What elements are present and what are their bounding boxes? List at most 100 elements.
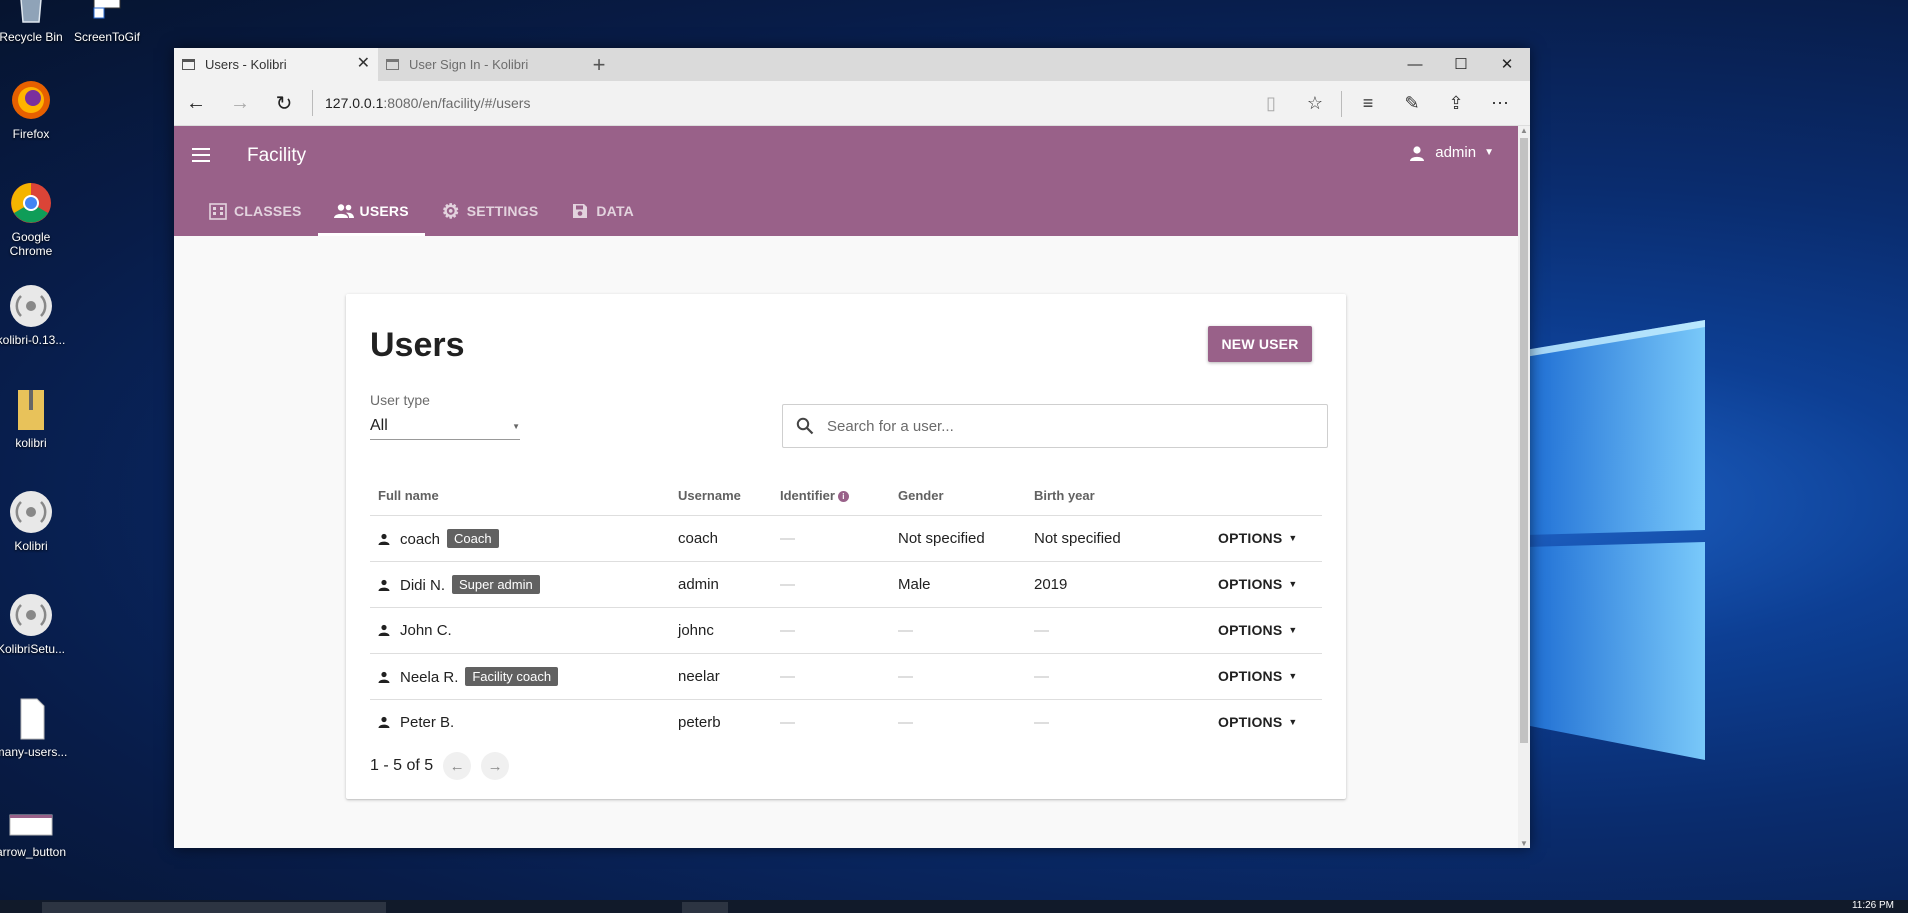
user-menu[interactable]: admin ▼ xyxy=(1409,144,1494,161)
column-header-username[interactable]: Username xyxy=(670,477,772,516)
desktop-icon-arrow-button[interactable]: arrow_button xyxy=(0,805,68,859)
tab-settings[interactable]: ⚙ SETTINGS xyxy=(425,186,555,236)
cell-identifier: — xyxy=(772,607,890,654)
tab-label: USERS xyxy=(359,203,409,219)
search-field[interactable] xyxy=(782,404,1328,448)
desktop-icon-screentogif[interactable]: ScreenToGif xyxy=(70,0,144,44)
app-bar: Facility admin ▼ CLASSES USERS ⚙ SETTING… xyxy=(174,126,1518,236)
cell-username: johnc xyxy=(670,607,772,654)
scroll-up-icon[interactable]: ▲ xyxy=(1520,126,1528,135)
browser-window: Users - Kolibri ✕ User Sign In - Kolibri… xyxy=(174,48,1530,848)
full-name: Neela R. xyxy=(400,668,459,686)
divider xyxy=(312,90,313,116)
options-button[interactable]: OPTIONS ▼ xyxy=(1218,530,1298,546)
options-label: OPTIONS xyxy=(1218,667,1283,684)
user-type-label: User type xyxy=(370,392,430,408)
forward-button[interactable]: → xyxy=(218,81,262,126)
taskbar-clock[interactable]: 11:26 PM xyxy=(1852,900,1894,911)
users-card: Users NEW USER User type All ▼ Full xyxy=(346,294,1346,799)
info-icon[interactable]: i xyxy=(837,491,849,503)
tab-data[interactable]: DATA xyxy=(554,186,650,236)
options-label: OPTIONS xyxy=(1218,621,1283,638)
tab-label: SETTINGS xyxy=(466,203,539,219)
column-header-identifier[interactable]: Identifier i xyxy=(772,477,890,516)
table-row: coach Coach coach — Not specified Not spe… xyxy=(370,515,1322,562)
minimize-icon[interactable]: — xyxy=(1392,48,1438,80)
screentogif-icon xyxy=(84,0,130,26)
desktop-icon-label: Recycle Bin xyxy=(0,30,63,44)
pagination: 1 - 5 of 5 ← → xyxy=(370,752,510,780)
hub-icon[interactable]: ≡ xyxy=(1346,93,1390,114)
search-input[interactable] xyxy=(827,417,1327,435)
search-icon xyxy=(783,405,827,447)
role-badge: Facility coach xyxy=(465,666,559,686)
desktop-icon-many-users-file[interactable]: many-users... xyxy=(0,695,68,759)
cell-birth-year: — xyxy=(1026,653,1210,700)
url-host: 127.0.0.1 xyxy=(325,95,384,111)
save-icon xyxy=(570,201,590,221)
cell-full-name: Peter B. xyxy=(370,699,670,745)
refresh-button[interactable]: ↻ xyxy=(262,81,306,126)
web-note-icon[interactable]: ✎ xyxy=(1390,93,1434,114)
kolibri-setup-icon xyxy=(8,592,54,638)
taskbar-search-box[interactable] xyxy=(42,902,386,913)
cell-identifier: — xyxy=(772,515,890,562)
scroll-down-icon[interactable]: ▼ xyxy=(1520,839,1528,848)
browser-tab-sign-in[interactable]: User Sign In - Kolibri xyxy=(378,48,582,81)
page-scrollbar[interactable]: ▲ ▼ xyxy=(1518,126,1530,848)
more-icon[interactable]: ⋯ xyxy=(1478,93,1522,114)
share-icon[interactable]: ⇪ xyxy=(1434,93,1478,114)
options-button[interactable]: OPTIONS ▼ xyxy=(1218,668,1298,684)
options-button[interactable]: OPTIONS ▼ xyxy=(1218,622,1298,638)
cell-full-name: Neela R. Facility coach xyxy=(370,653,670,700)
cell-identifier: — xyxy=(772,653,890,700)
taskbar-active-app[interactable] xyxy=(682,902,728,913)
user-type-select[interactable]: All ▼ xyxy=(370,412,520,440)
desktop-icon-firefox[interactable]: Firefox xyxy=(0,77,68,141)
desktop-icon-kolibri-app[interactable]: Kolibri xyxy=(0,489,68,553)
column-header-gender[interactable]: Gender xyxy=(890,477,1026,516)
close-window-icon[interactable]: ✕ xyxy=(1484,48,1530,80)
page-icon xyxy=(386,59,399,70)
options-button[interactable]: OPTIONS ▼ xyxy=(1218,576,1298,592)
close-tab-icon[interactable]: ✕ xyxy=(357,56,370,72)
browser-tab-users[interactable]: Users - Kolibri ✕ xyxy=(174,48,378,81)
cell-birth-year: — xyxy=(1026,607,1210,654)
tab-label: DATA xyxy=(596,203,634,219)
url-field[interactable]: 127.0.0.1:8080/en/facility/#/users xyxy=(325,95,530,111)
cell-gender: — xyxy=(898,713,913,731)
reading-view-icon[interactable]: ▯ xyxy=(1249,93,1293,114)
scrollbar-thumb[interactable] xyxy=(1520,138,1528,743)
options-button[interactable]: OPTIONS ▼ xyxy=(1218,714,1298,730)
next-page-button[interactable]: → xyxy=(481,752,510,780)
new-tab-button[interactable]: + xyxy=(582,48,616,81)
people-icon xyxy=(333,201,354,221)
table-row: Peter B. peterb — — — OPTIONS ▼ xyxy=(370,699,1322,745)
menu-icon[interactable] xyxy=(192,148,210,162)
new-user-button[interactable]: NEW USER xyxy=(1208,326,1312,362)
desktop-icon-kolibri-installer[interactable]: kolibri-0.13... xyxy=(0,283,68,347)
full-name: John C. xyxy=(400,621,452,639)
gear-icon: ⚙ xyxy=(441,200,460,223)
column-header-birth-year[interactable]: Birth year xyxy=(1026,477,1210,516)
cell-gender: — xyxy=(890,607,1026,654)
maximize-icon[interactable]: ☐ xyxy=(1438,48,1484,80)
tab-title: User Sign In - Kolibri xyxy=(409,57,529,72)
page-icon xyxy=(182,59,195,70)
desktop-icon-google-chrome[interactable]: Google Chrome xyxy=(0,180,68,258)
table-row: John C. johnc — — — OPTIONS ▼ xyxy=(370,607,1322,654)
person-icon xyxy=(378,716,390,728)
desktop-icon-recycle-bin[interactable]: Recycle Bin xyxy=(0,0,68,44)
previous-page-button[interactable]: ← xyxy=(443,752,472,780)
desktop-icon-kolibri-folder[interactable]: kolibri xyxy=(0,386,68,450)
back-button[interactable]: ← xyxy=(174,81,218,126)
caret-down-icon: ▼ xyxy=(1288,716,1298,727)
tab-users[interactable]: USERS xyxy=(317,186,426,236)
favorite-star-icon[interactable]: ☆ xyxy=(1293,93,1337,114)
desktop-icon-kolibri-setup[interactable]: KolibriSetu... xyxy=(0,592,68,656)
cell-options: OPTIONS ▼ xyxy=(1210,515,1322,562)
column-header-full-name[interactable]: Full name xyxy=(370,477,670,516)
tab-classes[interactable]: CLASSES xyxy=(192,186,318,236)
cell-birth-year: 2019 xyxy=(1026,561,1210,608)
options-label: OPTIONS xyxy=(1218,575,1283,592)
